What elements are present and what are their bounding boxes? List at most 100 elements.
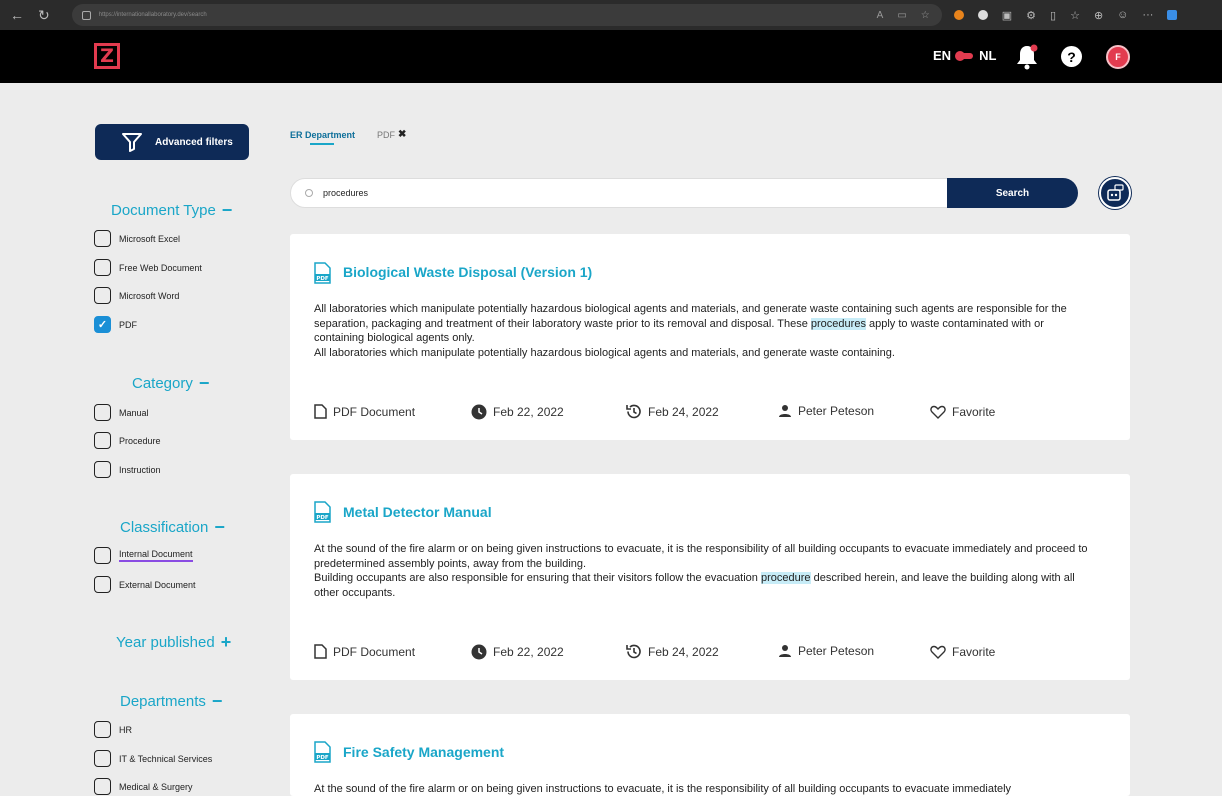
lang-nl[interactable]: NL [979, 48, 996, 63]
favorites-icon[interactable]: ☆ [1070, 9, 1080, 22]
clock-icon [471, 404, 487, 420]
checkbox[interactable] [94, 547, 111, 564]
checkbox-label: Free Web Document [119, 262, 202, 273]
checkbox[interactable] [94, 778, 111, 795]
section-category[interactable]: Category − [132, 374, 209, 392]
pdf-file-icon: PDF [314, 501, 331, 523]
split-icon[interactable]: ▯ [1050, 9, 1056, 22]
checkbox-checked[interactable]: ✓ [94, 316, 111, 333]
checkbox[interactable] [94, 404, 111, 421]
checkbox-it-technical-services[interactable]: IT & Technical Services [94, 750, 212, 767]
expand-icon[interactable]: + [221, 633, 232, 651]
document-icon [314, 644, 327, 659]
result-title[interactable]: Metal Detector Manual [343, 504, 492, 520]
document-icon [314, 404, 327, 419]
result-card[interactable]: PDF Fire Safety Management At the sound … [290, 714, 1130, 796]
checkbox[interactable] [94, 750, 111, 767]
checkbox[interactable] [94, 721, 111, 738]
search-button[interactable]: Search [947, 178, 1078, 208]
favorite-button[interactable]: Favorite [930, 405, 995, 419]
address-bar[interactable]: https://internationallaboratory.dev/sear… [71, 4, 942, 26]
collections-icon[interactable]: ⊕ [1094, 9, 1103, 22]
chatbot-button[interactable] [1099, 177, 1131, 209]
checkbox-pdf[interactable]: ✓ PDF [94, 316, 137, 333]
search-input[interactable]: procedures [290, 178, 948, 208]
collapse-icon[interactable]: − [222, 201, 233, 219]
collapse-icon[interactable]: − [214, 518, 225, 536]
result-title[interactable]: Fire Safety Management [343, 744, 504, 760]
section-year-published[interactable]: Year published + [116, 633, 231, 651]
checkbox-label: Manual [119, 407, 149, 418]
more-icon[interactable]: ··· [1142, 9, 1153, 21]
tab-pdf[interactable]: PDF [377, 130, 395, 140]
checkbox-medical-surgery[interactable]: Medical & Surgery [94, 778, 193, 795]
checkbox-microsoft-word[interactable]: Microsoft Word [94, 287, 179, 304]
bell-icon[interactable] [1015, 44, 1039, 70]
extension-icon[interactable] [977, 10, 988, 20]
favorite-label: Favorite [952, 405, 996, 419]
search-input-value[interactable]: procedures [323, 188, 368, 198]
collapse-icon[interactable]: − [212, 692, 223, 710]
favorite-button[interactable]: Favorite [930, 645, 995, 659]
pdf-file-icon: PDF [314, 262, 331, 284]
meta-created-date: Feb 22, 2022 [493, 405, 564, 419]
section-departments[interactable]: Departments − [120, 692, 222, 710]
section-classification[interactable]: Classification − [120, 518, 225, 536]
checkbox-microsoft-excel[interactable]: Microsoft Excel [94, 230, 180, 247]
result-title[interactable]: Biological Waste Disposal (Version 1) [343, 264, 592, 280]
checkbox-hr[interactable]: HR [94, 721, 132, 738]
brand-logo[interactable]: Z [94, 43, 120, 69]
language-toggle[interactable] [955, 50, 974, 61]
address-bar-icons: A ▭ ☆ [877, 10, 930, 21]
section-title: Classification [120, 518, 209, 536]
section-document-type[interactable]: Document Type − [111, 201, 232, 219]
tab-er-department[interactable]: ER Department [290, 130, 355, 140]
heart-icon [930, 405, 946, 419]
user-avatar[interactable]: F [1106, 45, 1130, 69]
search-icon [305, 189, 313, 197]
profile-icon[interactable]: ☺ [1117, 9, 1128, 21]
language-switch[interactable]: EN NL [933, 48, 996, 63]
checkbox[interactable] [94, 259, 111, 276]
lang-en[interactable]: EN [933, 48, 951, 63]
copilot-icon[interactable] [1167, 10, 1178, 20]
extension-icon[interactable]: ▣ [1002, 9, 1012, 22]
checkbox-manual[interactable]: Manual [94, 404, 149, 421]
result-card[interactable]: PDF Metal Detector Manual At the sound o… [290, 474, 1130, 680]
checkbox-external-document[interactable]: External Document [94, 576, 196, 593]
meta-author: Peter Peteson [778, 404, 874, 418]
reader-icon[interactable]: ▭ [897, 10, 906, 21]
checkbox[interactable] [94, 576, 111, 593]
meta-modified-date: Feb 24, 2022 [648, 404, 719, 419]
section-title: Year published [116, 633, 215, 651]
meta-modified: Feb 24, 2022 [625, 643, 719, 660]
excerpt-text: Building occupants are also responsible … [314, 572, 761, 585]
checkbox[interactable] [94, 287, 111, 304]
extension-icon[interactable] [953, 10, 964, 20]
advanced-filters-button[interactable]: Advanced filters [95, 124, 249, 160]
checkbox[interactable] [94, 230, 111, 247]
checkbox-internal-document[interactable]: Internal Document [94, 547, 193, 564]
refresh-icon[interactable]: ↻ [38, 7, 50, 24]
result-excerpt: At the sound of the fire alarm or on bei… [314, 782, 1094, 796]
collapse-icon[interactable]: − [199, 374, 210, 392]
checkbox-label: Microsoft Word [119, 290, 180, 301]
meta-author-name: Peter Peteson [798, 404, 875, 418]
favorite-star-icon[interactable]: ☆ [921, 10, 930, 21]
remove-filter-icon[interactable]: ✖ [398, 129, 406, 140]
checkbox-instruction[interactable]: Instruction [94, 461, 161, 478]
user-icon [779, 645, 791, 657]
help-icon[interactable]: ? [1061, 46, 1082, 67]
pdf-file-icon: PDF [314, 741, 331, 763]
meta-type: PDF Document [314, 644, 415, 659]
puzzle-icon[interactable]: ⚙ [1026, 9, 1036, 22]
checkbox-label: HR [119, 724, 132, 735]
back-icon[interactable]: ← [10, 7, 24, 24]
svg-text:PDF: PDF [316, 276, 329, 282]
checkbox[interactable] [94, 461, 111, 478]
checkbox-free-web-document[interactable]: Free Web Document [94, 259, 202, 276]
checkbox[interactable] [94, 432, 111, 449]
checkbox-procedure[interactable]: Procedure [94, 432, 161, 449]
result-card[interactable]: PDF Biological Waste Disposal (Version 1… [290, 234, 1130, 440]
read-aloud-icon[interactable]: A [877, 10, 884, 21]
